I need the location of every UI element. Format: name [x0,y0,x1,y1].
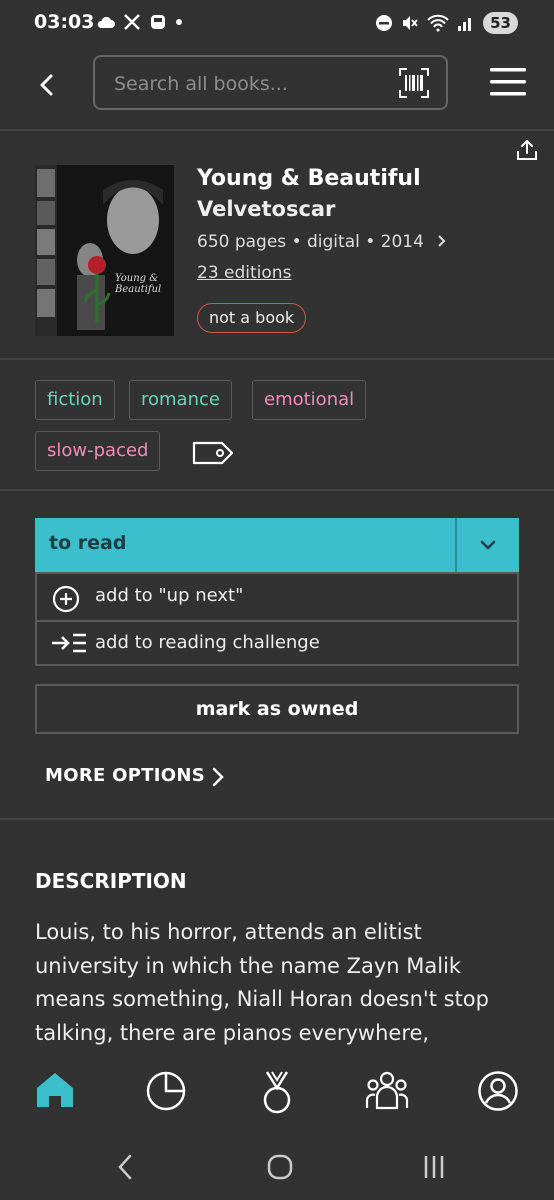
book-meta[interactable]: 650 pages • digital • 2014 [197,232,447,252]
add-up-next-item[interactable]: add to "up next" [37,574,517,619]
stats-icon[interactable] [145,1070,187,1112]
more-options-link[interactable]: MORE OPTIONS [45,765,205,786]
bottom-nav [0,1048,554,1134]
description-heading: DESCRIPTION [35,869,187,893]
cloud-icon [97,16,115,28]
tag-romance[interactable]: romance [129,380,232,420]
chevron-right-icon [438,235,446,247]
tag-slow-paced[interactable]: slow-paced [35,431,161,471]
share-icon[interactable] [515,138,539,162]
wifi-icon [427,14,449,32]
description-text: Louis, to his horror, attends an elitist… [35,920,489,1045]
system-recents-icon[interactable] [423,1154,445,1180]
challenges-icon[interactable] [258,1070,296,1114]
search-input[interactable] [112,69,386,99]
app-notification-icon [151,15,165,29]
info-divider [0,358,554,360]
add-challenge-item[interactable]: add to reading challenge [37,621,517,666]
system-home-icon[interactable] [267,1154,293,1180]
barcode-scan-icon[interactable] [398,67,430,99]
options-divider [0,818,554,820]
back-arrow-icon[interactable] [32,70,62,100]
reading-status-label: to read [49,532,127,554]
mark-owned-button[interactable]: mark as owned [35,684,519,734]
tags-divider [0,489,554,491]
book-cover[interactable]: Young & Beautiful [35,165,174,336]
book-title: Young & Beautiful [197,166,421,191]
status-dropdown: add to "up next" add to reading challeng… [35,572,519,666]
profile-icon[interactable] [477,1070,519,1112]
notification-icons [97,13,183,31]
cover-art [35,165,174,336]
community-icon[interactable] [365,1070,409,1110]
editions-link[interactable]: 23 editions [197,263,291,283]
home-icon[interactable] [35,1070,75,1110]
hamburger-menu-icon[interactable] [490,66,526,98]
plus-circle-icon [52,585,80,613]
do-not-disturb-icon [376,15,393,31]
status-bar: 03:03 53 [0,0,554,48]
status-separator [455,518,457,572]
tag-fiction[interactable]: fiction [35,380,115,420]
signal-icon [458,18,472,31]
cover-title-text: Young & Beautiful [115,273,162,295]
book-meta-text: 650 pages • digital • 2014 [197,232,424,252]
mute-icon [403,16,418,30]
x-logo-icon [124,14,140,30]
not-a-book-button[interactable]: not a book [197,303,307,333]
status-time: 03:03 [34,11,95,33]
chevron-right-icon[interactable] [210,766,226,788]
header-divider [0,129,554,131]
dot-icon [176,19,182,25]
chevron-down-icon[interactable] [479,536,497,554]
add-to-list-icon [52,633,86,653]
reading-status-button[interactable]: to read [35,518,519,572]
add-tag-icon[interactable] [190,437,236,469]
battery-level: 53 [483,12,518,34]
add-challenge-label: add to reading challenge [95,632,320,653]
book-author[interactable]: Velvetoscar [197,197,335,221]
system-status-icons: 53 [375,12,518,34]
system-nav-bar [0,1134,554,1200]
search-bar[interactable] [93,55,448,110]
system-back-icon[interactable] [116,1154,134,1180]
add-up-next-label: add to "up next" [95,585,244,606]
tag-emotional[interactable]: emotional [252,380,367,420]
